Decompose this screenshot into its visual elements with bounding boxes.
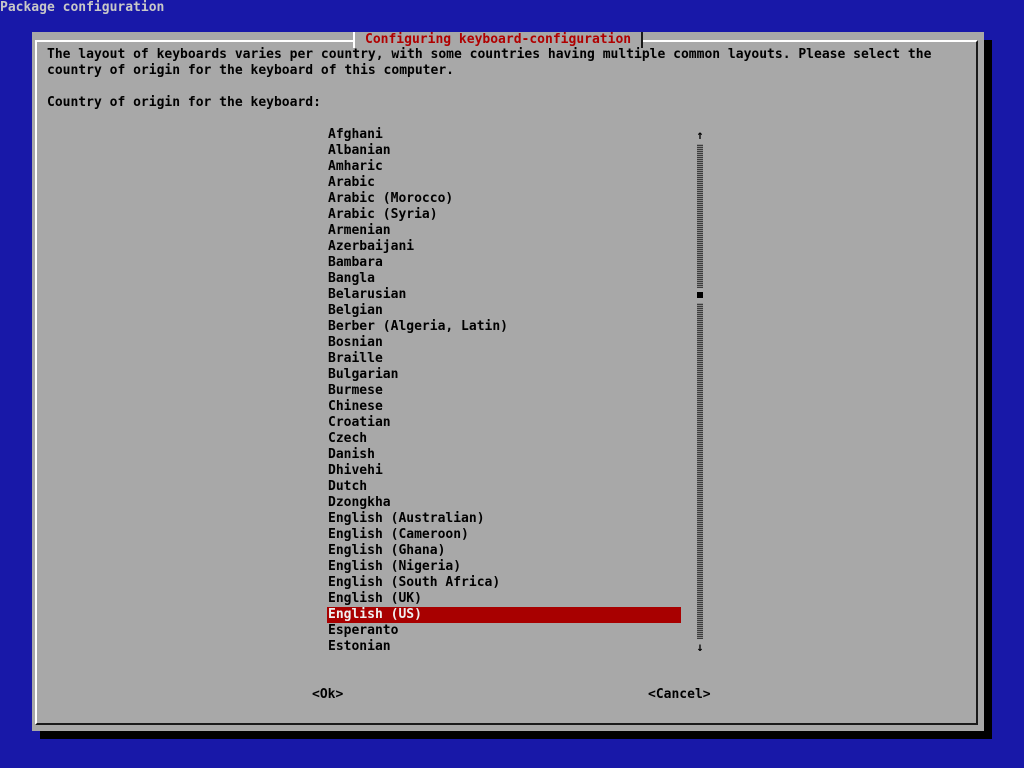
- scroll-thumb[interactable]: [697, 292, 703, 298]
- list-item[interactable]: Amharic: [327, 159, 681, 175]
- list-item[interactable]: Arabic: [327, 175, 681, 191]
- list-item[interactable]: Bangla: [327, 271, 681, 287]
- description-line-2: country of origin for the keyboard of th…: [47, 63, 454, 78]
- list-item[interactable]: Danish: [327, 447, 681, 463]
- list-item[interactable]: Arabic (Syria): [327, 207, 681, 223]
- list-item[interactable]: English (Australian): [327, 511, 681, 527]
- list-item[interactable]: Bulgarian: [327, 367, 681, 383]
- list-item[interactable]: Czech: [327, 431, 681, 447]
- list-item[interactable]: Dhivehi: [327, 463, 681, 479]
- list-item[interactable]: English (Cameroon): [327, 527, 681, 543]
- arrow-down-icon[interactable]: ↓: [695, 639, 705, 655]
- list-prompt: Country of origin for the keyboard:: [47, 95, 321, 110]
- list-item[interactable]: Belgian: [327, 303, 681, 319]
- list-item[interactable]: Dutch: [327, 479, 681, 495]
- list-item[interactable]: English (Nigeria): [327, 559, 681, 575]
- list-item[interactable]: English (South Africa): [327, 575, 681, 591]
- scroll-track-upper[interactable]: [697, 144, 703, 288]
- description-line-1: The layout of keyboards varies per count…: [47, 47, 932, 62]
- list-item[interactable]: English (Ghana): [327, 543, 681, 559]
- list-item[interactable]: Croatian: [327, 415, 681, 431]
- list-item[interactable]: Dzongkha: [327, 495, 681, 511]
- screen-title: Package configuration: [0, 0, 165, 15]
- list-item[interactable]: English (UK): [327, 591, 681, 607]
- list-item[interactable]: Chinese: [327, 399, 681, 415]
- scrollbar[interactable]: ↑ ↓: [695, 127, 705, 655]
- list-item[interactable]: Estonian: [327, 639, 681, 655]
- list-item[interactable]: Albanian: [327, 143, 681, 159]
- list-item[interactable]: Arabic (Morocco): [327, 191, 681, 207]
- list-item[interactable]: Braille: [327, 351, 681, 367]
- country-list[interactable]: Afghani Albanian Amharic Arabic Arabic (Moro…: [327, 127, 681, 655]
- list-item[interactable]: Burmese: [327, 383, 681, 399]
- list-item-selected[interactable]: English (US): [327, 607, 681, 623]
- dialog: Configuring keyboard-configuration The l…: [32, 32, 984, 731]
- list-item[interactable]: Azerbaijani: [327, 239, 681, 255]
- dialog-title: Configuring keyboard-configuration: [353, 32, 644, 48]
- list-item[interactable]: Belarusian: [327, 287, 681, 303]
- list-item[interactable]: Bosnian: [327, 335, 681, 351]
- list-item[interactable]: Afghani: [327, 127, 681, 143]
- list-item[interactable]: Bambara: [327, 255, 681, 271]
- cancel-button[interactable]: <Cancel>: [648, 687, 711, 703]
- ok-button[interactable]: <Ok>: [312, 687, 343, 703]
- list-item[interactable]: Esperanto: [327, 623, 681, 639]
- arrow-up-icon[interactable]: ↑: [695, 127, 705, 143]
- scroll-track-lower[interactable]: [697, 303, 703, 639]
- list-item[interactable]: Berber (Algeria, Latin): [327, 319, 681, 335]
- list-item[interactable]: Armenian: [327, 223, 681, 239]
